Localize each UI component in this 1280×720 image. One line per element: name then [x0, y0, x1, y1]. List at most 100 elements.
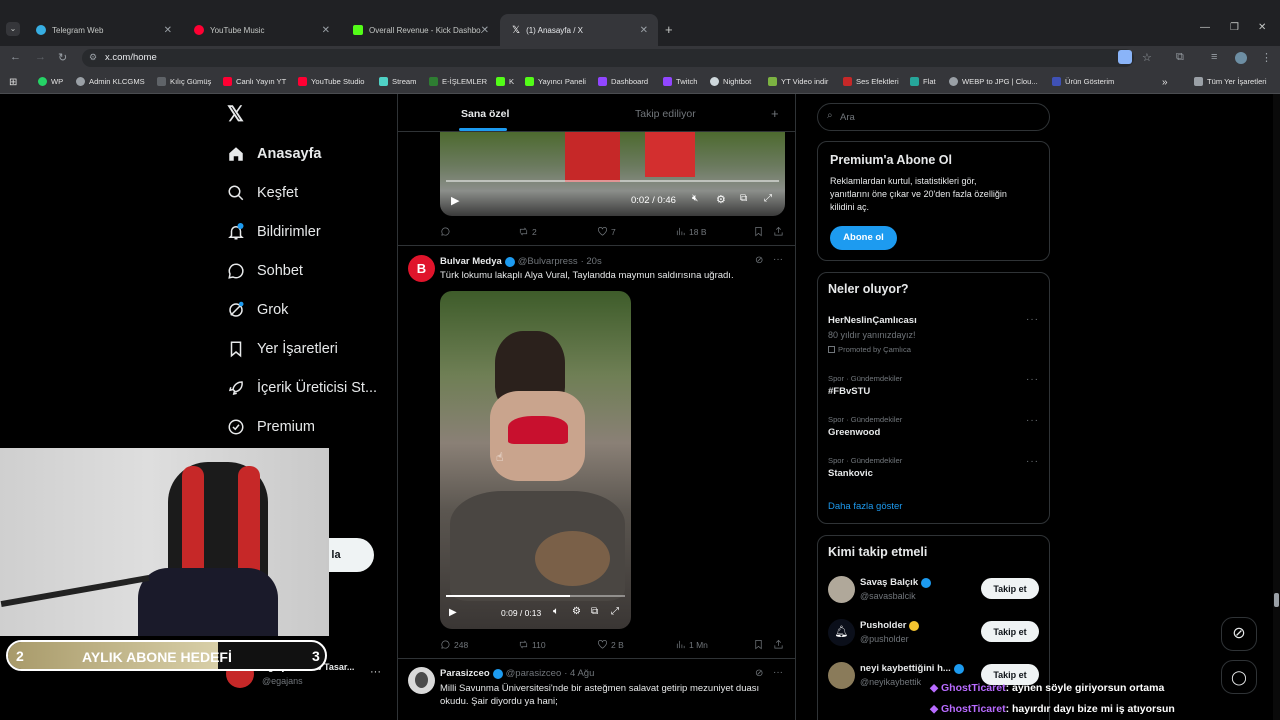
trend-name[interactable]: Stankovic — [828, 468, 873, 479]
browser-menu-icon[interactable]: ⋮ — [1261, 51, 1272, 64]
new-tab-button[interactable]: + — [665, 22, 673, 37]
post-time[interactable]: · 4 Ağu — [564, 668, 594, 679]
tab-for-you[interactable]: Sana özel — [461, 108, 509, 120]
nav-chat[interactable]: Sohbet — [227, 262, 303, 280]
nav-bookmarks[interactable]: Yer İşaretleri — [227, 340, 338, 358]
follow-name[interactable]: Savaş Balçık — [860, 577, 932, 588]
tab-telegram[interactable]: Telegram Web ✕ — [24, 17, 182, 43]
minimize-icon[interactable]: — — [1200, 22, 1210, 33]
play-icon[interactable]: ▶ — [451, 194, 459, 207]
pusholder-avatar[interactable]: 🔔︎ — [828, 619, 855, 646]
x-logo-icon[interactable]: 𝕏 — [227, 104, 244, 126]
bookmark-flat[interactable]: Flat — [910, 77, 936, 86]
parasizceo-avatar[interactable] — [408, 667, 435, 694]
post-time[interactable]: · 20s — [581, 256, 602, 267]
author-handle[interactable]: @Bulvarpress — [518, 256, 578, 267]
bookmark-urun-gosterim[interactable]: Ürün Gösterim — [1052, 77, 1114, 86]
post2-video[interactable]: ▶ 0:09 / 0:13 🔈︎ ⚙ ⧉ ⤢ — [440, 291, 631, 629]
mute-icon[interactable]: 🔇︎ — [692, 193, 698, 204]
tab-kick-dashboard[interactable]: Overall Revenue - Kick Dashbo... ✕ — [341, 17, 499, 43]
grok-float-button[interactable]: ⊘ — [1221, 617, 1257, 651]
forward-icon[interactable]: → — [35, 51, 46, 63]
like-button[interactable]: 2 B — [597, 639, 624, 650]
scrollbar-thumb[interactable] — [1274, 593, 1279, 607]
nav-notifications[interactable]: Bildirimler — [227, 223, 321, 241]
bookmark-yt-video-indir[interactable]: YT Video indir — [768, 77, 828, 86]
play-icon[interactable]: ▶ — [449, 607, 457, 618]
all-bookmarks-folder[interactable]: Tüm Yer İşaretleri — [1194, 77, 1267, 86]
follow-button[interactable]: Takip et — [981, 621, 1039, 642]
bookmark-youtube-studio[interactable]: YouTube Studio — [298, 77, 364, 86]
author-name[interactable]: Parasizceo — [440, 668, 490, 679]
fullscreen-icon[interactable]: ⤢ — [611, 606, 619, 617]
back-icon[interactable]: ← — [10, 51, 21, 63]
nav-explore[interactable]: Keşfet — [227, 184, 298, 202]
bookmark-e-islemler[interactable]: E-İŞLEMLER — [429, 77, 487, 86]
tab-search-button[interactable]: ⌄ — [6, 22, 20, 36]
reload-icon[interactable]: ↻ — [58, 51, 67, 64]
bookmark-k[interactable]: K — [496, 77, 514, 86]
extensions-icon[interactable]: ⧉ — [1176, 51, 1184, 64]
bookmark-post-button[interactable] — [753, 639, 767, 650]
bookmark-nightbot[interactable]: Nightbot — [710, 77, 751, 86]
subscribe-button[interactable]: Abone ol — [830, 226, 897, 250]
close-window-icon[interactable]: ✕ — [1258, 22, 1266, 33]
share-button[interactable] — [773, 226, 787, 237]
views-button[interactable]: 1 Mn — [675, 639, 708, 650]
bulvar-medya-avatar[interactable]: B — [408, 255, 435, 282]
pip-icon[interactable]: ⧉ — [740, 193, 747, 204]
maximize-icon[interactable]: ❐ — [1230, 22, 1239, 33]
site-info-icon[interactable]: ⚙ — [89, 52, 97, 63]
more-icon[interactable]: ··· — [1026, 374, 1039, 385]
video-progress-track[interactable] — [446, 180, 779, 182]
more-icon[interactable]: ··· — [1026, 456, 1039, 467]
close-tab-icon[interactable]: ✕ — [640, 25, 648, 36]
more-icon[interactable]: ··· — [773, 254, 783, 265]
settings-icon[interactable]: ⚙ — [572, 606, 581, 617]
nav-grok[interactable]: Grok — [227, 301, 288, 319]
trend-name[interactable]: Greenwood — [828, 427, 880, 438]
more-icon[interactable]: ··· — [1026, 314, 1039, 325]
bookmark-post-button[interactable] — [753, 226, 767, 237]
close-tab-icon[interactable]: ✕ — [322, 25, 330, 36]
promoted-trend-name[interactable]: HerNeslinÇamlıcası — [828, 315, 917, 326]
tab-youtube-music[interactable]: YouTube Music ✕ — [182, 17, 340, 43]
nav-creator-studio[interactable]: İçerik Üreticisi St... — [227, 379, 377, 397]
more-icon[interactable]: ··· — [1026, 415, 1039, 426]
reply-button[interactable] — [440, 226, 454, 237]
search-input[interactable]: ⌕ Ara — [817, 103, 1050, 131]
follow-button[interactable]: Takip et — [981, 578, 1039, 599]
bookmark-star-icon[interactable]: ☆ — [1142, 51, 1152, 64]
savas-balcik-avatar[interactable] — [828, 576, 855, 603]
bookmark-stream[interactable]: Stream — [379, 77, 416, 86]
grok-icon[interactable]: ⊘ — [755, 668, 763, 679]
more-icon[interactable]: ··· — [370, 666, 381, 678]
bookmark-yayinci-paneli[interactable]: Yayıncı Paneli — [525, 77, 586, 86]
bookmark-ses-efektleri[interactable]: Ses Efektleri — [843, 77, 899, 86]
bookmark-kilic[interactable]: Kılıç Gümüş — [157, 77, 211, 86]
apps-icon[interactable]: ⊞ — [9, 77, 17, 88]
like-button[interactable]: 7 — [597, 226, 616, 237]
trend-name[interactable]: #FBvSTU — [828, 386, 870, 397]
settings-icon[interactable]: ⚙ — [716, 193, 726, 206]
bookmark-webp-to-jpg[interactable]: WEBP to JPG | Clou... — [949, 77, 1038, 86]
share-button[interactable] — [773, 639, 787, 650]
more-icon[interactable]: ··· — [773, 667, 783, 678]
media-control-icon[interactable]: ≡ — [1211, 51, 1217, 63]
author-handle[interactable]: @parasizceo — [506, 668, 562, 679]
views-button[interactable]: 18 B — [675, 226, 707, 237]
tab-following[interactable]: Takip ediliyor — [635, 108, 696, 120]
address-bar[interactable]: ⚙ x.com/home — [82, 49, 1134, 67]
close-tab-icon[interactable]: ✕ — [481, 25, 489, 36]
neyi-kaybettigini-avatar[interactable] — [828, 662, 855, 689]
bookmark-twitch[interactable]: Twitch — [663, 77, 698, 86]
bookmark-canli-yayin[interactable]: Canlı Yayın YT — [223, 77, 286, 86]
grok-icon[interactable]: ⊘ — [755, 255, 763, 266]
bookmarks-overflow-icon[interactable]: » — [1162, 77, 1168, 88]
translate-icon[interactable] — [1118, 50, 1132, 64]
volume-icon[interactable]: 🔈︎ — [553, 606, 559, 617]
post1-video[interactable]: ▶ 0:02 / 0:46 🔇︎ ⚙ ⧉ ⤢ — [440, 132, 785, 216]
profile-avatar[interactable] — [1235, 52, 1247, 64]
bookmark-admin[interactable]: Admin KLCGMS — [76, 77, 145, 86]
bookmark-dashboard[interactable]: Dashboard — [598, 77, 648, 86]
